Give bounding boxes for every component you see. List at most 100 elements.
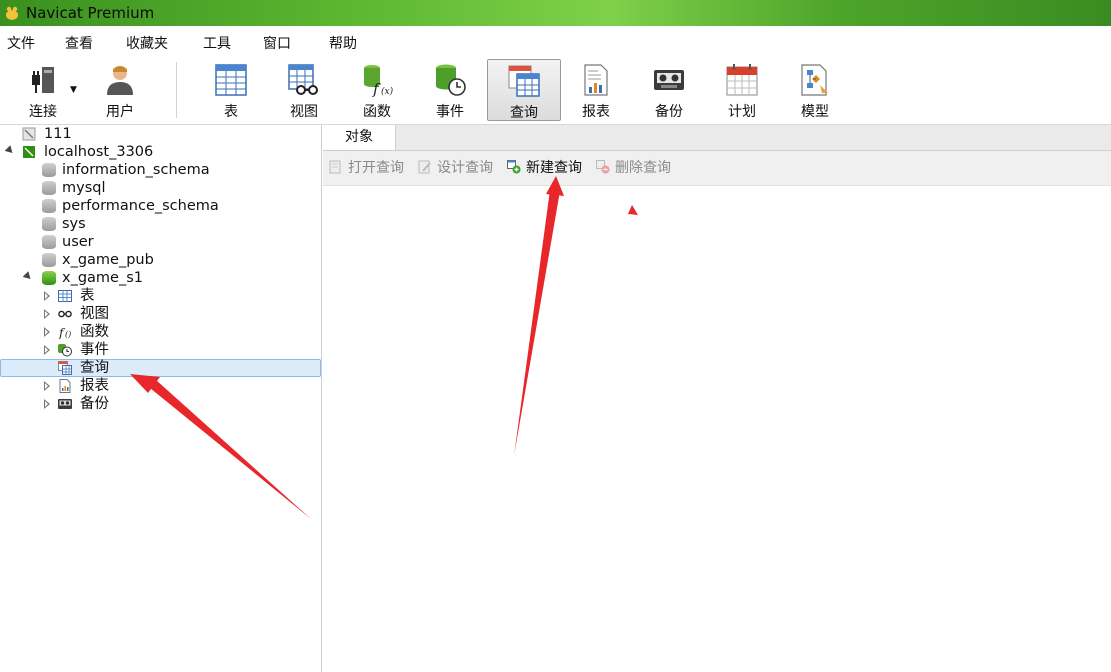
connection-open-icon	[23, 146, 35, 158]
connection-closed-icon	[22, 127, 36, 141]
tree-label: 事件	[80, 342, 109, 358]
object-toolbar: 打开查询 设计查询 新建查询 删除查询	[323, 151, 1111, 186]
tree-label: x_game_pub	[62, 252, 154, 268]
query-icon	[508, 65, 540, 97]
menu-view[interactable]: 查看	[65, 33, 93, 53]
tree-item-database[interactable]: information_schema	[0, 161, 321, 179]
event-label: 事件	[436, 104, 464, 120]
title-bar: Navicat Premium	[0, 0, 1111, 26]
tree-label: 查询	[80, 360, 109, 376]
model-button[interactable]: 模型	[779, 59, 851, 120]
menu-window[interactable]: 窗口	[263, 33, 291, 53]
schedule-icon	[726, 64, 758, 96]
tree-item-database[interactable]: sys	[0, 215, 321, 233]
tree-label: x_game_s1	[62, 270, 143, 286]
expand-toggle-icon[interactable]	[44, 345, 50, 355]
expand-toggle-icon[interactable]	[44, 381, 50, 391]
navicat-logo-icon	[6, 6, 18, 20]
open-query-button[interactable]: 打开查询	[329, 159, 404, 177]
schedule-label: 计划	[728, 104, 756, 120]
backup-label: 备份	[655, 104, 683, 120]
tree-item-functions[interactable]: f () 函数	[0, 323, 321, 341]
function-label: 函数	[363, 104, 391, 120]
tree-label: sys	[62, 216, 86, 232]
tab-strip: 对象	[323, 125, 1111, 151]
function-button[interactable]: f (x) 函数	[341, 59, 413, 120]
delete-query-button[interactable]: 删除查询	[596, 159, 671, 177]
report-icon	[584, 64, 608, 96]
tree-item-views[interactable]: 视图	[0, 305, 321, 323]
expand-toggle-icon[interactable]	[4, 145, 16, 156]
database-icon	[42, 235, 56, 249]
tree-item-queries[interactable]: 查询	[0, 359, 321, 377]
open-query-icon	[329, 160, 341, 174]
database-icon	[42, 199, 56, 213]
query-label: 查询	[510, 105, 538, 121]
database-icon	[42, 181, 56, 195]
tree-label: 表	[80, 288, 95, 304]
menu-help[interactable]: 帮助	[329, 33, 357, 53]
tree-label: 视图	[80, 306, 109, 322]
database-icon	[42, 253, 56, 267]
function-icon: f (x)	[364, 65, 394, 97]
tree-item-database-open[interactable]: x_game_s1	[0, 269, 321, 287]
user-icon	[107, 66, 133, 95]
tree-item-backups[interactable]: 备份	[0, 395, 321, 413]
design-query-button[interactable]: 设计查询	[418, 159, 493, 177]
tree-label: 111	[44, 126, 72, 142]
event-button[interactable]: 事件	[414, 59, 486, 120]
tree-item-events[interactable]: 事件	[0, 341, 321, 359]
report-label: 报表	[582, 104, 610, 120]
main-toolbar: ▼ 连接 用户 表 视图 f (x) 函数 事件 查询 报表 备份 计划 模型	[0, 56, 1111, 125]
svg-text:(x): (x)	[381, 86, 394, 97]
report-icon	[59, 379, 71, 393]
tree-item-database[interactable]: user	[0, 233, 321, 251]
table-icon	[58, 290, 72, 302]
tree-item-database[interactable]: mysql	[0, 179, 321, 197]
tree-item-connection-111[interactable]: 111	[0, 125, 321, 143]
view-icon	[288, 64, 318, 95]
tree-item-database[interactable]: performance_schema	[0, 197, 321, 215]
menu-file[interactable]: 文件	[7, 33, 35, 53]
dropdown-arrow-icon[interactable]: ▼	[70, 85, 77, 95]
new-query-button[interactable]: 新建查询	[507, 159, 582, 177]
tree-item-reports[interactable]: 报表	[0, 377, 321, 395]
view-button[interactable]: 视图	[268, 59, 340, 120]
report-button[interactable]: 报表	[560, 59, 632, 120]
connection-icon	[32, 67, 54, 93]
connection-tree: 111 localhost_3306 information_schema my…	[0, 125, 322, 672]
table-button[interactable]: 表	[195, 59, 267, 120]
database-icon	[42, 163, 56, 177]
menu-favorites[interactable]: 收藏夹	[126, 33, 168, 53]
delete-query-label: 删除查询	[615, 160, 671, 176]
expand-toggle-icon[interactable]	[44, 291, 50, 301]
delete-query-icon	[596, 160, 610, 174]
view-icon	[58, 310, 72, 318]
expand-toggle-icon[interactable]	[44, 399, 50, 409]
menu-tools[interactable]: 工具	[203, 33, 231, 53]
connection-button[interactable]: ▼ 连接	[7, 59, 79, 120]
expand-toggle-icon[interactable]	[44, 309, 50, 319]
tree-label: localhost_3306	[44, 144, 154, 160]
tree-item-connection-localhost[interactable]: localhost_3306	[0, 143, 321, 161]
tab-objects[interactable]: 对象	[323, 125, 396, 150]
tree-item-database[interactable]: x_game_pub	[0, 251, 321, 269]
expand-toggle-icon[interactable]	[22, 271, 34, 282]
design-query-icon	[418, 160, 431, 174]
query-button[interactable]: 查询	[487, 59, 561, 121]
backup-button[interactable]: 备份	[633, 59, 705, 120]
window-title: Navicat Premium	[26, 4, 155, 22]
tree-label: mysql	[62, 180, 106, 196]
tree-label: information_schema	[62, 162, 210, 178]
expand-toggle-icon[interactable]	[44, 327, 50, 337]
svg-text:(): ()	[65, 330, 71, 339]
table-label: 表	[224, 104, 238, 120]
user-button[interactable]: 用户	[84, 59, 156, 120]
schedule-button[interactable]: 计划	[706, 59, 778, 120]
database-icon	[42, 217, 56, 231]
tree-label: performance_schema	[62, 198, 219, 214]
tree-item-tables[interactable]: 表	[0, 287, 321, 305]
function-icon: f ()	[58, 326, 71, 339]
event-icon	[58, 344, 72, 357]
new-query-label: 新建查询	[526, 160, 582, 176]
